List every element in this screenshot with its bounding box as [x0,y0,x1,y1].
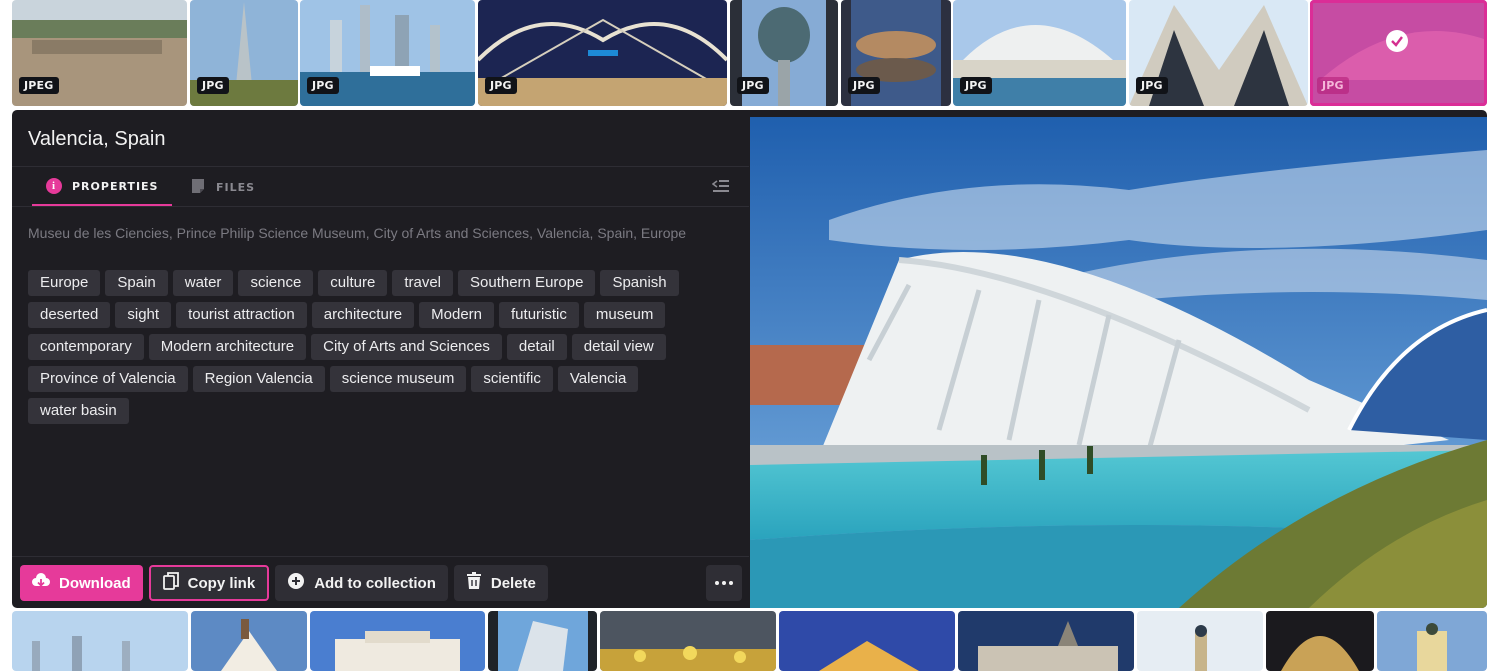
thumbnail-4[interactable]: JPG [478,0,727,106]
tag[interactable]: Spanish [600,270,679,296]
divider [12,206,749,207]
asset-preview-image [749,110,1487,608]
tag[interactable]: detail [506,334,567,360]
format-badge: JPG [960,77,992,94]
thumbnail-image [1266,611,1374,671]
tag[interactable]: Province of Valencia [28,366,188,392]
tag[interactable]: Spain [105,270,168,296]
tag[interactable]: water basin [28,398,129,424]
thumbnail-3[interactable]: JPG [300,0,475,106]
tag[interactable]: science [238,270,314,296]
tag[interactable]: sight [115,302,172,328]
thumbnail-image [1377,611,1487,671]
thumbnail-bottom-3[interactable] [310,611,485,671]
format-badge: JPG [737,77,769,94]
thumbnail-9-selected[interactable]: JPG [1310,0,1487,106]
asset-title: Valencia, Spain [28,128,166,150]
copy-link-button[interactable]: Copy link [148,565,270,601]
thumbnail-bottom-2[interactable] [191,611,307,671]
thumbnail-image [779,611,955,671]
thumbnail-image [310,611,485,671]
asset-description: Museu de les Ciencies, Prince Philip Sci… [28,225,687,241]
tab-files[interactable]: FILES [190,168,255,206]
tag[interactable]: Modern [419,302,495,328]
tab-properties-label: PROPERTIES [72,179,159,193]
download-label: Download [59,574,131,592]
thumbnail-7[interactable]: JPG [953,0,1126,106]
tag[interactable]: tourist attraction [176,302,307,328]
info-icon: i [46,178,62,194]
more-icon [715,581,719,585]
format-badge: JPEG [19,77,59,94]
asset-browser: JPEG JPG JPG JPG JPG JPG JPG JPG JPG Val… [0,0,1489,671]
thumbnail-bottom-4[interactable] [488,611,597,671]
add-to-collection-label: Add to collection [314,574,436,592]
thumbnail-8[interactable]: JPG [1129,0,1308,106]
thumbnail-bottom-7[interactable] [958,611,1134,671]
tag[interactable]: deserted [28,302,111,328]
thumbnail-image [1137,611,1263,671]
format-badge: JPG [1317,77,1349,94]
tag[interactable]: water [172,270,234,296]
thumbnail-1[interactable]: JPEG [12,0,187,106]
more-icon-dot [729,581,733,585]
tag[interactable]: scientific [471,366,553,392]
tag[interactable]: architecture [311,302,415,328]
thumbnail-bottom-5[interactable] [600,611,776,671]
more-options-button[interactable] [706,565,742,601]
trash-icon [466,572,482,594]
checkmark-icon [1386,30,1408,52]
tag[interactable]: culture [318,270,388,296]
tag[interactable]: Valencia [557,366,639,392]
format-badge: JPG [485,77,517,94]
tag[interactable]: Modern architecture [148,334,307,360]
action-bar: Download Copy link Add to collection Del… [20,565,548,601]
cloud-download-icon [32,573,50,593]
divider [12,166,749,167]
tag[interactable]: science museum [329,366,467,392]
add-to-collection-button[interactable]: Add to collection [275,565,448,601]
plus-circle-icon [287,572,305,594]
format-badge: JPG [1136,77,1168,94]
thumbnail-2[interactable]: JPG [190,0,298,106]
asset-detail-panel: Valencia, Spain i PROPERTIES FILES Museu… [12,110,749,608]
thumbnail-bottom-6[interactable] [779,611,955,671]
tag[interactable]: Southern Europe [458,270,596,296]
delete-button[interactable]: Delete [453,565,548,601]
tag[interactable]: museum [583,302,666,328]
preview-photo [750,117,1487,608]
tag-list: Europe Spain water science culture trave… [28,270,738,424]
tab-properties[interactable]: i PROPERTIES [32,168,172,206]
more-icon-dot [722,581,726,585]
thumbnail-image [600,611,776,671]
thumbnail-6[interactable]: JPG [841,0,951,106]
copy-icon [162,572,179,594]
thumbnail-bottom-9[interactable] [1266,611,1374,671]
thumbnail-bottom-8[interactable] [1137,611,1263,671]
download-button[interactable]: Download [20,565,143,601]
format-badge: JPG [197,77,229,94]
thumbnail-bottom-1[interactable] [12,611,188,671]
thumbnail-5[interactable]: JPG [730,0,838,106]
format-badge: JPG [848,77,880,94]
tag[interactable]: City of Arts and Sciences [311,334,502,360]
divider [12,556,749,557]
delete-label: Delete [490,574,536,592]
tag[interactable]: Region Valencia [192,366,325,392]
tag[interactable]: Europe [28,270,101,296]
thumbnail-image [191,611,307,671]
tag[interactable]: contemporary [28,334,144,360]
thumbnail-image [12,611,188,671]
tag[interactable]: detail view [571,334,666,360]
format-badge: JPG [307,77,339,94]
thumbnail-image [958,611,1134,671]
thumbnail-bottom-10[interactable] [1377,611,1487,671]
thumbnail-image [488,611,597,671]
tab-files-label: FILES [216,180,256,194]
copy-link-label: Copy link [187,574,256,592]
collapse-panel-icon[interactable] [711,178,730,197]
tag[interactable]: futuristic [499,302,579,328]
tag[interactable]: travel [392,270,454,296]
file-icon [190,178,206,197]
